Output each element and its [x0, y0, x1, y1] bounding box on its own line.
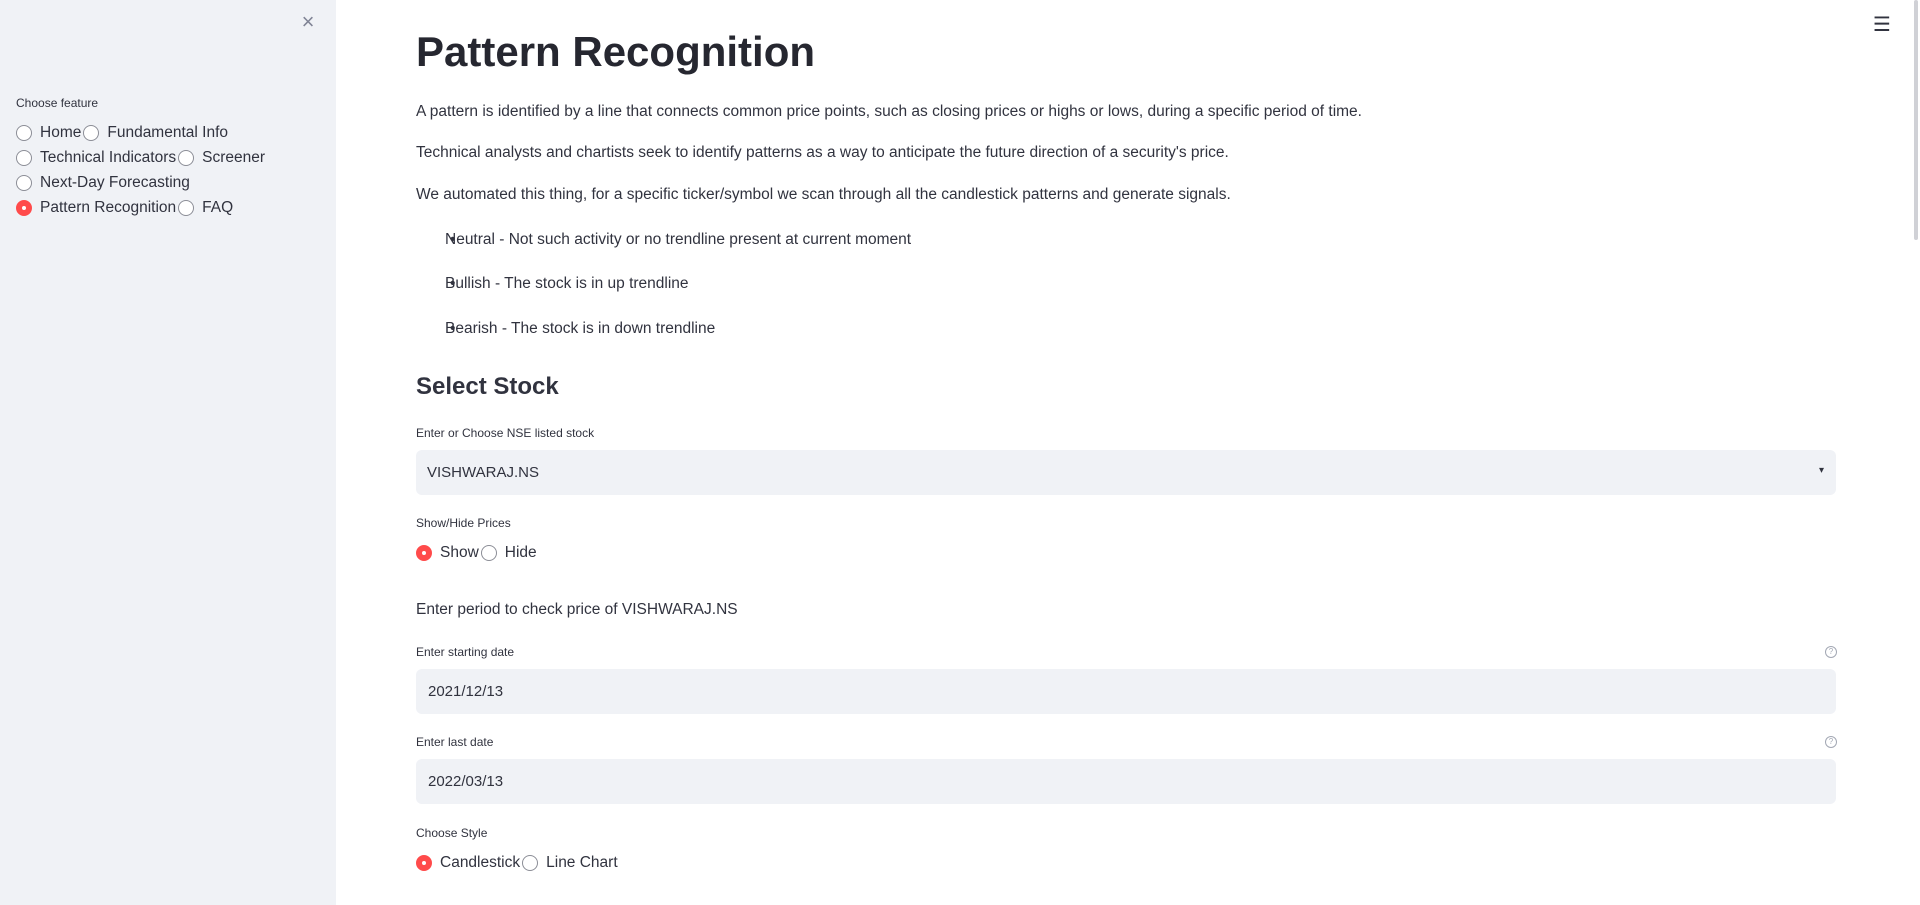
scrollbar[interactable]: [1914, 0, 1918, 240]
period-text: Enter period to check price of VISHWARAJ…: [416, 601, 738, 618]
radio-selected-icon: [16, 199, 32, 216]
close-icon[interactable]: ×: [296, 10, 320, 34]
show-hide-radio-group: Show Hide: [416, 540, 539, 565]
feature-option-next-day-forecasting[interactable]: Next-Day Forecasting: [16, 170, 314, 195]
hamburger-menu-icon[interactable]: ☰: [1873, 12, 1891, 37]
radio-icon: [16, 124, 32, 141]
feature-option-faq[interactable]: FAQ: [178, 195, 233, 220]
hide-prices-radio[interactable]: Hide: [480, 540, 537, 565]
radio-icon: [16, 149, 32, 166]
description-paragraph: Technical analysts and chartists seek to…: [416, 144, 1229, 161]
end-date-input[interactable]: 2022/03/13: [416, 759, 1836, 804]
feature-option-pattern-recognition[interactable]: Pattern Recognition: [16, 195, 176, 220]
feature-option-fundamental-info[interactable]: Fundamental Info: [83, 120, 228, 145]
radio-icon: [83, 124, 100, 141]
show-prices-radio[interactable]: Show: [416, 540, 479, 565]
section-heading: Select Stock: [416, 373, 559, 400]
radio-icon: [480, 544, 497, 561]
start-date-input[interactable]: 2021/12/13: [416, 669, 1836, 714]
show-hide-label: Show/Hide Prices: [416, 516, 511, 530]
radio-icon: [522, 854, 539, 871]
chevron-down-icon: ▾: [1818, 465, 1824, 476]
feature-option-home[interactable]: Home: [16, 120, 81, 145]
radio-icon: [178, 149, 195, 166]
choose-feature-label: Choose feature: [16, 96, 99, 110]
end-date-label: Enter last date: [416, 735, 494, 749]
stock-select-value: VISHWARAJ.NS: [427, 464, 539, 481]
sidebar: × Choose feature Home Fundamental Info T…: [0, 0, 336, 905]
help-circle-icon[interactable]: ?: [1825, 736, 1837, 748]
radio-selected-icon: [416, 544, 432, 561]
feature-option-screener[interactable]: Screener: [178, 145, 265, 170]
feature-radio-group: Home Fundamental Info Technical Indicato…: [16, 120, 316, 220]
line-chart-radio[interactable]: Line Chart: [522, 850, 618, 875]
start-date-label: Enter starting date: [416, 645, 515, 659]
style-label: Choose Style: [416, 826, 488, 840]
help-circle-icon[interactable]: ?: [1825, 646, 1837, 658]
page-title: Pattern Recognition: [416, 28, 816, 75]
description-paragraph: A pattern is identified by a line that c…: [416, 103, 1362, 120]
description-paragraph: We automated this thing, for a specific …: [416, 186, 1231, 203]
radio-selected-icon: [416, 854, 432, 871]
radio-icon: [16, 174, 32, 191]
candlestick-radio[interactable]: Candlestick: [416, 850, 520, 875]
style-radio-group: Candlestick Line Chart: [416, 850, 620, 875]
stock-select-label: Enter or Choose NSE listed stock: [416, 426, 595, 440]
feature-option-technical-indicators[interactable]: Technical Indicators: [16, 145, 176, 170]
radio-icon: [178, 199, 195, 216]
stock-select[interactable]: VISHWARAJ.NS ▾: [416, 450, 1836, 495]
